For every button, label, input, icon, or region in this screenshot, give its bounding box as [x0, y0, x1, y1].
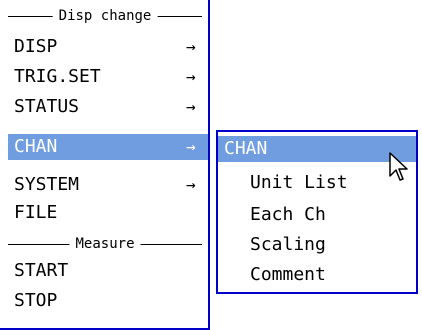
menu-item-trig-set[interactable]: TRIG.SET → [8, 64, 208, 90]
menu-item-label: DISP [14, 36, 58, 57]
right-arrow-icon: → [186, 67, 196, 86]
section-header-disp-change: Disp change [8, 6, 202, 26]
menu-item-label: CHAN [14, 136, 58, 157]
menu-item-disp[interactable]: DISP → [8, 34, 208, 60]
menu-item-label: STATUS [14, 96, 80, 117]
section-title: Measure [69, 234, 141, 254]
menu-item-label: STOP [14, 290, 58, 311]
chan-submenu: CHAN Unit List Each Ch Scaling Comment [216, 130, 418, 294]
menu-item-label: TRIG.SET [14, 66, 101, 87]
menu-item-system[interactable]: SYSTEM → [8, 172, 208, 198]
right-arrow-icon: → [186, 37, 196, 56]
menu-item-start[interactable]: START [8, 258, 208, 284]
submenu-title[interactable]: CHAN [218, 136, 416, 162]
submenu-item-scaling[interactable]: Scaling [250, 232, 400, 258]
section-header-measure: Measure [8, 234, 202, 254]
menu-item-file[interactable]: FILE [8, 200, 208, 226]
mouse-pointer-icon [389, 152, 408, 181]
menu-item-label: START [14, 260, 69, 281]
menu-item-label: FILE [14, 202, 58, 223]
submenu-item-unit-list[interactable]: Unit List [250, 170, 400, 196]
right-arrow-icon: → [186, 137, 196, 156]
main-menu: Disp change DISP → TRIG.SET → STATUS → C… [0, 0, 210, 330]
submenu-item-comment[interactable]: Comment [250, 262, 400, 288]
section-title: Disp change [52, 6, 158, 26]
menu-item-chan[interactable]: CHAN → [8, 134, 208, 160]
right-arrow-icon: → [186, 175, 196, 194]
menu-item-status[interactable]: STATUS → [8, 94, 208, 120]
menu-item-stop[interactable]: STOP [8, 288, 208, 314]
submenu-item-each-ch[interactable]: Each Ch [250, 202, 400, 228]
menu-item-label: SYSTEM [14, 174, 80, 195]
right-arrow-icon: → [186, 97, 196, 116]
